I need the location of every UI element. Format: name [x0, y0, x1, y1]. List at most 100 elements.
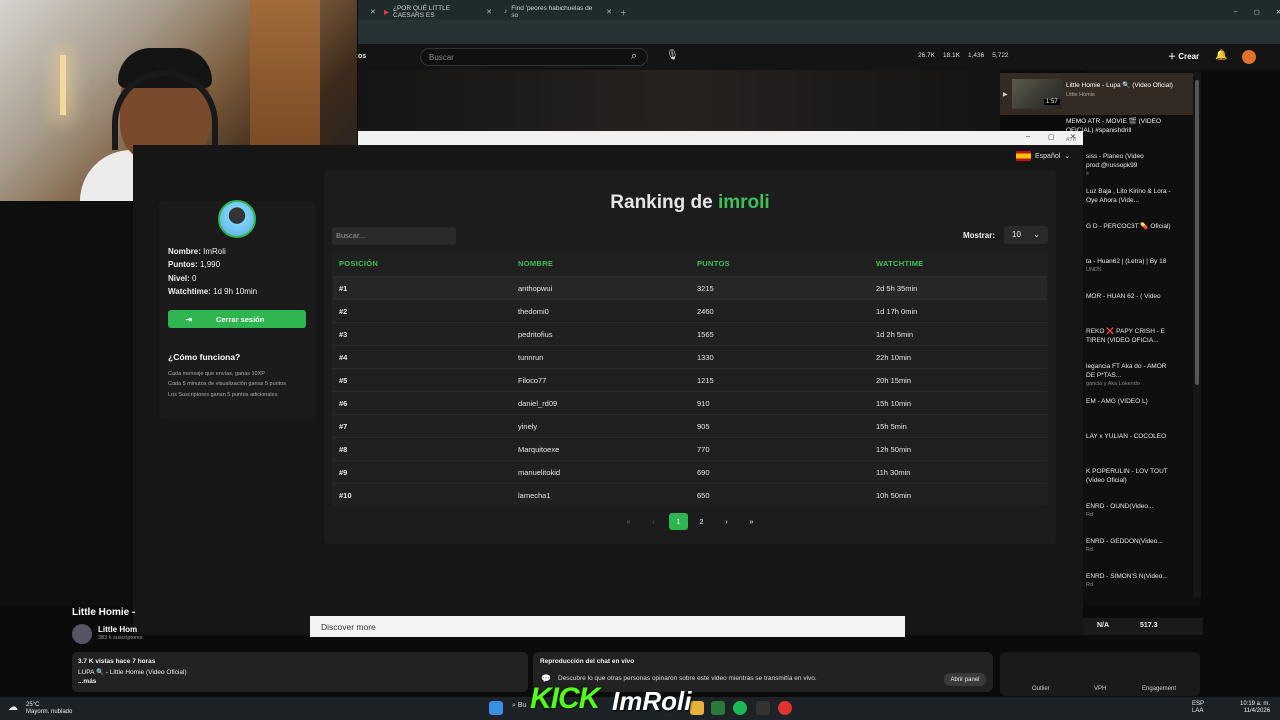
- logout-label: Cerrar sesión: [215, 314, 265, 324]
- first-page-button[interactable]: «: [619, 513, 638, 530]
- avatar[interactable]: [1242, 50, 1256, 64]
- address-bar[interactable]: [358, 20, 1280, 44]
- maximize-icon[interactable]: ▢: [1048, 133, 1055, 141]
- tab-label: Find 'peores habichuelas de so: [511, 4, 593, 19]
- how-line: Cada mensaje que envías, ganas 10XP: [168, 371, 265, 377]
- taskbar-search[interactable]: ⌕ Bu: [512, 702, 526, 710]
- close-window-icon[interactable]: ✕: [1276, 8, 1280, 16]
- channel-name[interactable]: Little Hom: [98, 625, 137, 634]
- capcut-icon[interactable]: [756, 701, 770, 715]
- channel-avatar[interactable]: [72, 624, 92, 644]
- recommendation-item[interactable]: LAY x YULIAN - COCOLEO: [1086, 432, 1176, 441]
- stat-value: 1,436: [968, 52, 985, 59]
- browser-tab[interactable]: ▶ ¿POR QUÉ LITTLE CAESARS ES ✕: [378, 3, 498, 20]
- open-panel-button[interactable]: Abrir panel: [944, 673, 986, 686]
- page-2-button[interactable]: 2: [692, 513, 711, 530]
- recommendation-title: Luz Baja , Lito Kirino & Lora - Oye Ahor…: [1086, 188, 1171, 204]
- cell-pos: #2: [339, 307, 348, 316]
- close-icon[interactable]: ✕: [606, 8, 612, 16]
- minimize-icon[interactable]: –: [1026, 133, 1030, 140]
- close-icon[interactable]: ✕: [486, 8, 492, 16]
- column-header-position[interactable]: POSICIÓN: [339, 259, 378, 268]
- tab-label: ¿POR QUÉ LITTLE CAESARS ES: [393, 4, 451, 19]
- chat-replay-title: Reproducción del chat en vivo: [540, 658, 635, 665]
- recommendation-item[interactable]: MEMO ATR - MOVIE 🎬 (VIDEO OFICIAL) #span…: [1066, 117, 1186, 145]
- new-tab-button[interactable]: ＋: [614, 3, 633, 20]
- recommendation-item[interactable]: ENRD - GEDDON(Video... Rd: [1086, 537, 1176, 555]
- next-page-button[interactable]: ›: [717, 513, 736, 530]
- page-size-select[interactable]: 10 ⌄: [1004, 226, 1048, 244]
- recommendation-item[interactable]: ENRD - SIMON'S N(Video... Rd: [1086, 572, 1176, 590]
- cell-watch: 20h 15min: [876, 376, 912, 385]
- chrome-icon[interactable]: [778, 701, 792, 715]
- profile-level: Nivel: 0: [168, 274, 197, 283]
- recommendation-title: K POPERULIN - LOV TOUT (Video Oficial): [1086, 468, 1168, 484]
- cell-name: manuelitokid: [518, 468, 561, 477]
- profile-name: Nombre: ImRoli: [168, 247, 226, 256]
- cell-pos: #6: [339, 399, 348, 408]
- webcam-lamp: [60, 55, 66, 115]
- cell-points: 1215: [697, 376, 714, 385]
- microphone-icon[interactable]: 🎙: [666, 50, 679, 61]
- cell-pos: #4: [339, 353, 348, 362]
- profile-avatar: [218, 200, 256, 238]
- youtube-icon: ▶: [384, 8, 389, 16]
- profile-watchtime: Watchtime: 1d 9h 10min: [168, 287, 258, 296]
- recommendation-item[interactable]: legancia FT Aka do - AMOR DE P*TAS... gan…: [1086, 362, 1176, 389]
- spotify-icon[interactable]: [733, 701, 747, 715]
- show-more-link[interactable]: ...más: [78, 678, 96, 685]
- recommendation-channel: Rd: [1086, 547, 1094, 553]
- browser-tab[interactable]: ♪ Find 'peores habichuelas de so ✕: [498, 3, 618, 20]
- system-clock[interactable]: 10:19 a. m. 11/4/2026: [1240, 701, 1270, 715]
- language-selector[interactable]: Español ⌄: [1016, 151, 1070, 161]
- how-line: Cada 5 minutos de visualización ganas 5 …: [168, 381, 287, 387]
- weather-widget[interactable]: 25°C Mayorm. nublado: [26, 702, 72, 716]
- table-row: #4 tunnrun 1330 22h 10min: [333, 345, 1047, 368]
- recommendation-item[interactable]: MOR - HUAN 62 - ( Video: [1086, 292, 1176, 301]
- show-label: Mostrar:: [963, 231, 996, 240]
- cell-name: anthopwui: [518, 284, 553, 293]
- app-icon[interactable]: [711, 701, 725, 715]
- column-header-points[interactable]: PUNTOS: [697, 259, 730, 268]
- recommendation-item[interactable]: EM - AMG (VIDEO L): [1086, 397, 1176, 406]
- search-icon[interactable]: ⌕: [631, 50, 637, 63]
- language-indicator[interactable]: ESP LAA: [1192, 701, 1204, 715]
- logout-button[interactable]: ⇥ Cerrar sesión: [168, 310, 306, 328]
- column-header-name[interactable]: NOMBRE: [518, 259, 553, 268]
- recommendation-item[interactable]: Luz Baja , Lito Kirino & Lora - Oye Ahor…: [1086, 187, 1176, 205]
- cell-name: Marquitoexe: [518, 445, 560, 454]
- recommendation-item[interactable]: siss - Planeo (Video prod:@russopk99 s: [1086, 152, 1176, 179]
- ranking-search-input[interactable]: Buscar...: [332, 227, 456, 245]
- page-1-button[interactable]: 1: [669, 513, 688, 530]
- language-label: Español: [1035, 152, 1061, 160]
- table-row: #8 Marquitoexe 770 12h 50min: [333, 437, 1047, 460]
- close-icon[interactable]: ✕: [370, 8, 376, 16]
- chat-replay-text: Descubre lo que otras personas opinaron …: [558, 675, 817, 682]
- maximize-icon[interactable]: ▢: [1254, 8, 1260, 16]
- discover-more-bar[interactable]: Discover more: [310, 616, 905, 637]
- cell-pos: #10: [339, 491, 352, 500]
- cell-name: tunnrun: [518, 353, 544, 362]
- recommendation-item[interactable]: REKO ❌ PAPY CRISH - E TIREN (VIDEO OFICI…: [1086, 327, 1176, 345]
- column-header-watchtime[interactable]: WATCHTIME: [876, 259, 924, 268]
- table-row: #9 manuelitokid 690 11h 30min: [333, 460, 1047, 483]
- youtube-search-input[interactable]: Buscar: [420, 48, 648, 66]
- bell-icon[interactable]: 🔔: [1215, 50, 1227, 61]
- tiktok-icon: ♪: [504, 8, 508, 15]
- file-explorer-icon[interactable]: [690, 701, 704, 715]
- cell-name: lamecha1: [518, 491, 551, 500]
- recommendation-item[interactable]: ta - Huan62 | (Letra) | By 18 UNDS: [1086, 257, 1176, 275]
- recommendation-item[interactable]: ENRD - OUND(Video... Rd: [1086, 502, 1176, 520]
- cell-points: 2460: [697, 307, 714, 316]
- scrollbar-thumb[interactable]: [1195, 80, 1199, 385]
- table-row: #3 pedritofius 1565 1d 2h 5min: [333, 322, 1047, 345]
- create-button[interactable]: ＋ Crear: [1168, 51, 1199, 62]
- windows-start-icon[interactable]: [489, 701, 503, 715]
- recommendation-item[interactable]: G D - PERCOC3T 💊 Oficial): [1086, 222, 1176, 231]
- ranking-title: Ranking de imroli: [610, 192, 770, 213]
- prev-page-button[interactable]: ‹: [644, 513, 663, 530]
- last-page-button[interactable]: »: [742, 513, 761, 530]
- recommendation-item[interactable]: K POPERULIN - LOV TOUT (Video Oficial): [1086, 467, 1176, 485]
- now-playing-title: Little Homie - Lupa 🔍 (Video Oficial) Lit…: [1066, 82, 1173, 98]
- minimize-icon[interactable]: –: [1234, 8, 1238, 15]
